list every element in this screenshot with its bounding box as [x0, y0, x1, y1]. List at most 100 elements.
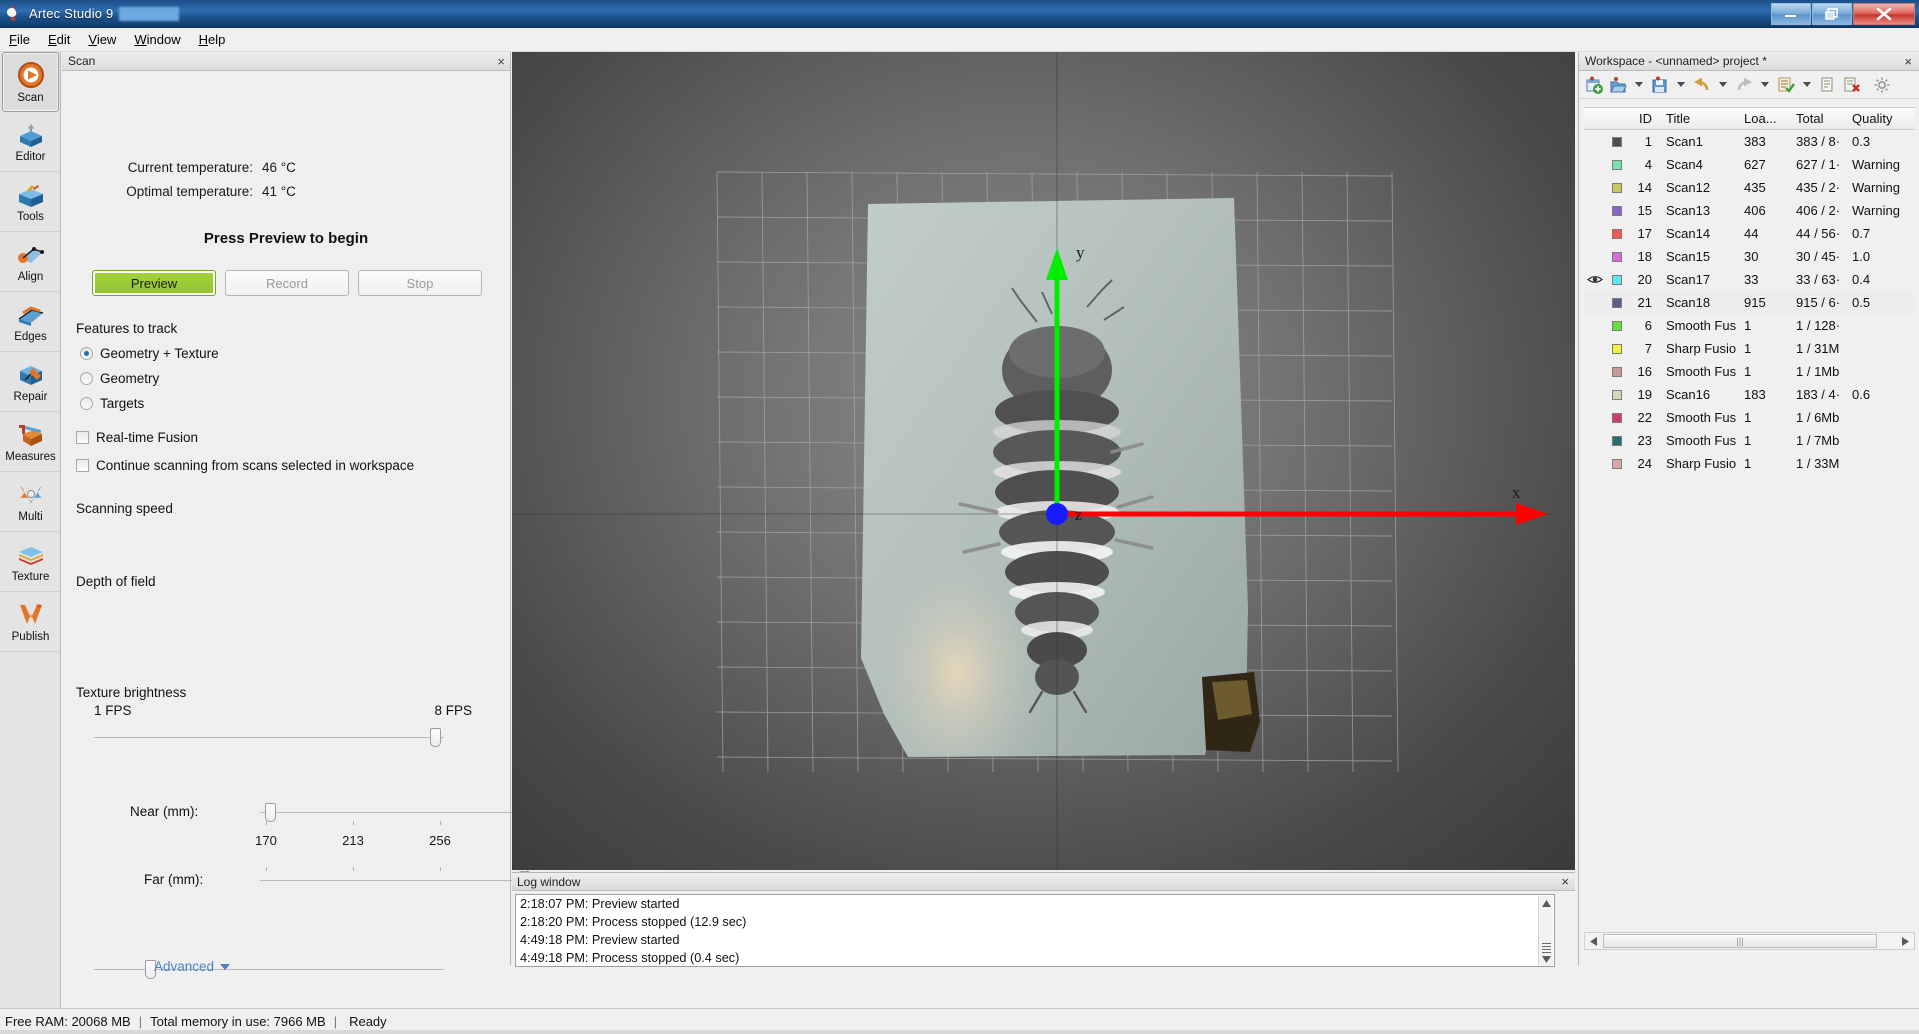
rail-item-multi[interactable]: Multi: [0, 472, 61, 532]
caret-down-icon[interactable]: [1719, 82, 1727, 87]
table-row[interactable]: 19Scan16183183 / 4·0.6: [1584, 383, 1915, 406]
menu-edit[interactable]: Edit: [39, 30, 79, 49]
new-project-icon[interactable]: [1583, 74, 1605, 96]
close-icon[interactable]: ×: [497, 54, 505, 69]
visibility-eye-icon[interactable]: [1584, 274, 1606, 285]
cell-quality: 0.7: [1852, 226, 1914, 241]
log-window-title-label: Log window: [517, 875, 580, 889]
table-row[interactable]: 15Scan13406406 / 2·Warning: [1584, 199, 1915, 222]
preview-button[interactable]: Preview: [92, 270, 216, 296]
table-row[interactable]: 20Scan173333 / 63·0.4: [1584, 268, 1915, 291]
stop-button[interactable]: Stop: [358, 270, 482, 296]
scan-color-swatch[interactable]: [1606, 275, 1628, 285]
edges-icon: [15, 300, 47, 330]
redo-icon[interactable]: [1733, 74, 1755, 96]
scan-color-swatch[interactable]: [1606, 183, 1628, 193]
radio-geometry[interactable]: Geometry: [80, 371, 510, 386]
table-row[interactable]: 1Scan1383383 / 8·0.3: [1584, 130, 1915, 153]
table-row[interactable]: 24Sharp Fusio11 / 33M: [1584, 452, 1915, 475]
scroll-left-icon[interactable]: [1585, 933, 1602, 949]
log-lines: 2:18:07 PM: Preview started2:18:20 PM: P…: [516, 895, 1554, 967]
scan-color-swatch[interactable]: [1606, 367, 1628, 377]
color-box: [1612, 390, 1622, 400]
menu-file[interactable]: File: [0, 30, 39, 49]
scan-color-swatch[interactable]: [1606, 344, 1628, 354]
scroll-down-icon[interactable]: [1539, 952, 1554, 967]
table-row[interactable]: 22Smooth Fus11 / 6Mb: [1584, 406, 1915, 429]
scroll-thumb[interactable]: |||: [1603, 934, 1877, 948]
advanced-toggle[interactable]: Advanced: [154, 959, 230, 974]
rail-item-tools[interactable]: Tools: [0, 172, 61, 232]
scan-color-swatch[interactable]: [1606, 160, 1628, 170]
texture-brightness-heading: Texture brightness: [76, 685, 510, 700]
checkbox-continue-scanning[interactable]: Continue scanning from scans selected in…: [76, 458, 510, 473]
caret-down-icon[interactable]: [1803, 82, 1811, 87]
scan-color-swatch[interactable]: [1606, 413, 1628, 423]
rail-item-texture[interactable]: Texture: [0, 532, 61, 592]
rail-item-scan[interactable]: Scan: [2, 52, 59, 112]
checkbox-realtime-fusion[interactable]: Real-time Fusion: [76, 430, 510, 445]
rail-item-publish[interactable]: Publish: [0, 592, 61, 652]
table-row[interactable]: 6Smooth Fus11 / 128·: [1584, 314, 1915, 337]
table-row[interactable]: 23Smooth Fus11 / 7Mb: [1584, 429, 1915, 452]
scan-color-swatch[interactable]: [1606, 390, 1628, 400]
scroll-right-icon[interactable]: [1897, 933, 1914, 949]
log-line: 4:49:18 PM: Process stopped (0.4 sec): [516, 949, 1554, 967]
scan-color-swatch[interactable]: [1606, 459, 1628, 469]
scan-color-swatch[interactable]: [1606, 206, 1628, 216]
open-project-icon[interactable]: [1607, 74, 1629, 96]
scan-color-swatch[interactable]: [1606, 137, 1628, 147]
scan-color-swatch[interactable]: [1606, 436, 1628, 446]
3d-viewport[interactable]: y x z: [512, 52, 1575, 870]
table-row[interactable]: 21Scan18915915 / 6·0.5: [1584, 291, 1915, 314]
restore-icon[interactable]: [1812, 3, 1852, 25]
table-row[interactable]: 14Scan12435435 / 2·Warning: [1584, 176, 1915, 199]
radio-targets[interactable]: Targets: [80, 396, 510, 411]
rail-item-align[interactable]: Align: [0, 232, 61, 292]
caret-down-icon[interactable]: [1761, 82, 1769, 87]
duplicate-icon[interactable]: [1817, 74, 1839, 96]
menu-view[interactable]: View: [79, 30, 125, 49]
caret-down-icon[interactable]: [1677, 82, 1685, 87]
radio-geometry-texture[interactable]: Geometry + Texture: [80, 346, 510, 361]
table-row[interactable]: 18Scan153030 / 45·1.0: [1584, 245, 1915, 268]
table-row[interactable]: 17Scan144444 / 56·0.7: [1584, 222, 1915, 245]
log-scrollbar[interactable]: [1538, 896, 1553, 967]
close-icon[interactable]: ×: [1904, 54, 1912, 69]
cell-loaded: 383: [1744, 134, 1796, 149]
table-row[interactable]: 4Scan4627627 / 1·Warning: [1584, 153, 1915, 176]
rail-item-edges[interactable]: Edges: [0, 292, 61, 352]
record-button[interactable]: Record: [225, 270, 349, 296]
minimize-icon[interactable]: [1771, 3, 1811, 25]
scan-color-swatch[interactable]: [1606, 298, 1628, 308]
rail-item-measures[interactable]: Measures: [0, 412, 61, 472]
menu-window[interactable]: Window: [125, 30, 189, 49]
save-project-icon[interactable]: [1649, 74, 1671, 96]
select-all-icon[interactable]: [1775, 74, 1797, 96]
settings-gear-icon[interactable]: [1871, 74, 1893, 96]
table-row[interactable]: 7Sharp Fusio11 / 31M: [1584, 337, 1915, 360]
menu-help[interactable]: Help: [190, 30, 235, 49]
caret-down-icon[interactable]: [1635, 82, 1643, 87]
rail-item-editor[interactable]: Editor: [0, 112, 61, 172]
rail-item-repair[interactable]: Repair: [0, 352, 61, 412]
scroll-up-icon[interactable]: [1539, 896, 1554, 911]
header-title[interactable]: Title: [1656, 111, 1744, 126]
cell-id: 14: [1628, 180, 1656, 195]
scanning-speed-min-label: 1 FPS: [94, 703, 132, 718]
scan-color-swatch[interactable]: [1606, 252, 1628, 262]
delete-scan-icon[interactable]: [1841, 74, 1863, 96]
cell-id: 17: [1628, 226, 1656, 241]
header-loaded[interactable]: Loa...: [1744, 111, 1796, 126]
undo-icon[interactable]: [1691, 74, 1713, 96]
close-icon[interactable]: ×: [1561, 874, 1569, 889]
scroll-thumb[interactable]: [1542, 941, 1551, 952]
header-quality[interactable]: Quality: [1852, 111, 1914, 126]
workspace-horizontal-scrollbar[interactable]: |||: [1584, 932, 1915, 950]
header-total[interactable]: Total: [1796, 111, 1852, 126]
scan-color-swatch[interactable]: [1606, 321, 1628, 331]
header-id[interactable]: ID: [1628, 111, 1656, 126]
table-row[interactable]: 16Smooth Fus11 / 1Mb: [1584, 360, 1915, 383]
close-icon[interactable]: [1853, 3, 1915, 25]
scan-color-swatch[interactable]: [1606, 229, 1628, 239]
